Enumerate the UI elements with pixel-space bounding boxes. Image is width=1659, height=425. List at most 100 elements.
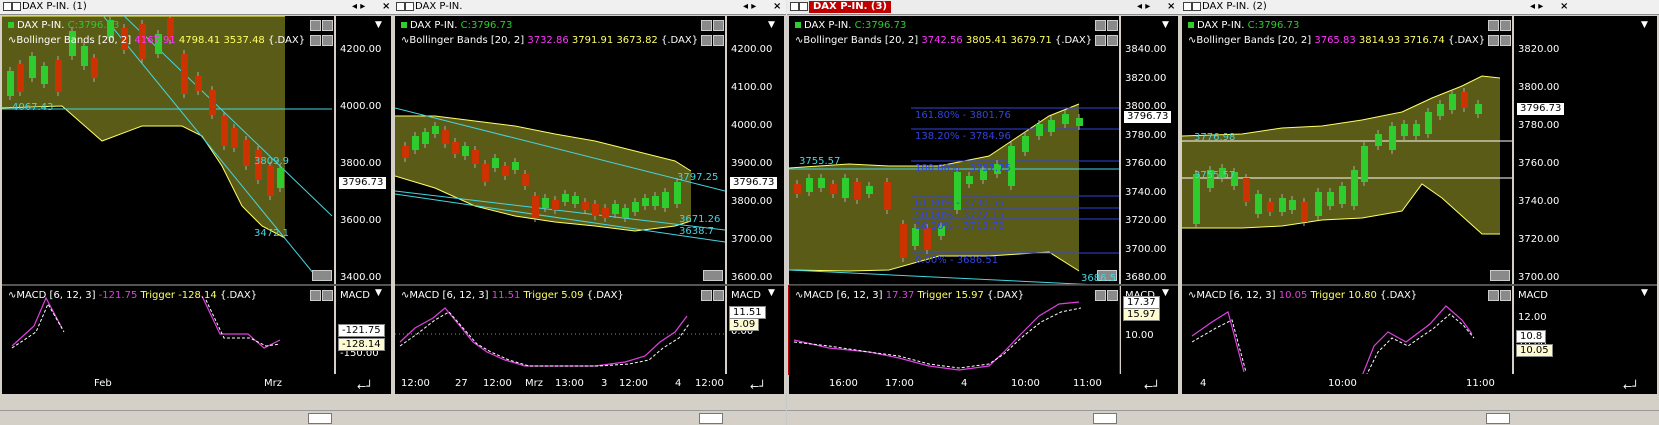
axis-dropdown-icon[interactable]: ▼ <box>1162 288 1169 298</box>
macd-header[interactable]: ∿MACD [6, 12, 3] -121.75 Trigger -128.14… <box>8 290 257 302</box>
axis-dropdown-icon[interactable]: ▼ <box>1162 20 1169 30</box>
window-titlebar[interactable]: DAX P-IN. (1) ◂ ▸ × <box>0 0 393 15</box>
scroll-end-icon[interactable]: ←┘ <box>357 380 383 393</box>
axis-dropdown-icon[interactable]: ▼ <box>768 20 775 30</box>
time-axis[interactable]: Feb Mrz ←┘ <box>2 374 391 394</box>
pane-close-button[interactable] <box>1107 20 1118 31</box>
pane-restore-button[interactable] <box>701 20 712 31</box>
macd-close-button[interactable] <box>322 290 333 301</box>
macd-settings-button[interactable] <box>1488 290 1499 301</box>
scroll-end-icon[interactable]: ←┘ <box>1623 380 1649 393</box>
window-titlebar[interactable]: DAX P-IN. ◂ ▸ × <box>393 0 786 15</box>
link-icon[interactable] <box>405 2 414 11</box>
scroll-end-icon[interactable]: ←┘ <box>1144 380 1170 393</box>
window-titlebar[interactable]: DAX P-IN. (3) ◂ ▸ × <box>787 0 1180 15</box>
macd-axis[interactable]: MACD▼▼12.0010.0010.810.05 <box>1514 20 1657 374</box>
link-icon[interactable] <box>1192 2 1201 11</box>
window-menu-icon[interactable] <box>396 2 405 11</box>
indicator-settings-button[interactable] <box>1488 35 1499 46</box>
price-chart-area[interactable]: DAX P-IN. C:3796.73 ∿Bollinger Bands [20,… <box>1 11 334 284</box>
chart-window-2[interactable]: DAX P-IN. ◂ ▸ × DAX P-IN. C:3796.73 ∿Bolling… <box>393 0 786 425</box>
macd-axis[interactable]: MACD▼▼10.0017.3715.97 <box>1121 20 1178 374</box>
price-axis[interactable]: 4200.00 4100.00 4000.00 3900.00 3800.00 3700.… <box>727 16 784 284</box>
macd-pane[interactable]: ∿MACD [6, 12, 3] 17.37 Trigger 15.97 {.D… <box>788 285 1120 375</box>
macd-settings-button[interactable] <box>1095 290 1106 301</box>
pane-restore-button[interactable] <box>1488 20 1499 31</box>
close-icon[interactable]: × <box>1167 0 1175 14</box>
macd-header[interactable]: ∿MACD [6, 12, 3] 17.37 Trigger 15.97 {.D… <box>795 290 1024 302</box>
axis-dropdown-icon[interactable]: ▼ <box>1641 288 1648 298</box>
candle <box>830 184 837 194</box>
indicator-close-button[interactable] <box>322 35 333 46</box>
macd-axis[interactable]: MACD ▼ ▼ -150.00 -121.75 -128.14 <box>336 20 391 374</box>
price-chart-area[interactable]: DAX P-IN. C:3796.73 ∿Bollinger Bands [20,… <box>394 16 726 284</box>
horizontal-scrollbar[interactable] <box>393 410 786 425</box>
price-chart-area[interactable]: DAX P-IN. C:3796.73 ∿Bollinger Bands [20,… <box>1181 16 1512 284</box>
close-icon[interactable]: × <box>382 0 390 14</box>
macd-close-button[interactable] <box>713 290 724 301</box>
pane-close-button[interactable] <box>713 20 724 31</box>
axis-dropdown-icon[interactable]: ▼ <box>768 288 775 298</box>
zoom-toggle-button[interactable] <box>312 270 332 281</box>
price-axis[interactable]: 4200.00 4000.00 3800.00 3600.00 3400.00 3796.… <box>336 16 391 284</box>
macd-pane[interactable]: ∿MACD [6, 12, 3] -121.75 Trigger -128.14… <box>2 286 334 374</box>
horizontal-scrollbar[interactable] <box>0 410 393 425</box>
link-icon[interactable] <box>12 2 21 11</box>
scrollbar-thumb[interactable] <box>699 413 723 424</box>
pane-close-button[interactable] <box>1500 20 1511 31</box>
macd-settings-button[interactable] <box>310 290 321 301</box>
macd-pane[interactable]: ∿MACD [6, 12, 3] 10.05 Trigger 10.80 {.D… <box>1182 286 1512 377</box>
indicator-settings-button[interactable] <box>701 35 712 46</box>
close-icon[interactable]: × <box>1560 0 1568 14</box>
axis-dropdown-icon[interactable]: ▼ <box>1641 20 1648 30</box>
macd-close-button[interactable] <box>1500 290 1511 301</box>
macd-axis[interactable]: MACD ▼ ▼ 0.00 11.51 5.09 <box>727 20 784 374</box>
axis-dropdown-icon[interactable]: ▼ <box>375 20 382 30</box>
indicator-settings-button[interactable] <box>1095 35 1106 46</box>
zoom-toggle-button[interactable] <box>1490 270 1510 281</box>
indicator-close-button[interactable] <box>1107 35 1118 46</box>
pane-restore-button[interactable] <box>1095 20 1106 31</box>
pane-restore-button[interactable] <box>310 20 321 31</box>
scrollbar-thumb[interactable] <box>308 413 332 424</box>
scroll-arrows-icon[interactable]: ◂ ▸ <box>743 0 756 14</box>
bollinger-header[interactable]: ∿Bollinger Bands [20, 2] 4167.91 4798.41… <box>8 35 305 47</box>
window-menu-icon[interactable] <box>3 2 12 11</box>
chart-window-4[interactable]: DAX P-IN. (2) ◂ ▸ × DAX P-IN. C:3796.73 ∿Bol… <box>1180 0 1659 425</box>
zoom-toggle-button[interactable] <box>703 270 723 281</box>
price-chart-area[interactable]: DAX P-IN. C:3796.73 ∿Bollinger Bands [20,… <box>788 16 1120 287</box>
indicator-close-button[interactable] <box>713 35 724 46</box>
time-axis[interactable]: 16:00 17:00 4 10:00 11:00 ←┘ <box>789 374 1178 394</box>
indicator-close-button[interactable] <box>1500 35 1511 46</box>
chart-window-1[interactable]: DAX P-IN. (1) ◂ ▸ × DAX P-IN. C:3796.73 ∿Bol… <box>0 0 393 425</box>
price-axis[interactable]: 3820.00 3800.00 3780.00 3760.00 3740.00 3720.… <box>1514 16 1657 284</box>
axis-dropdown-icon[interactable]: ▼ <box>375 288 382 298</box>
scroll-arrows-icon[interactable]: ◂ ▸ <box>352 0 365 14</box>
window-menu-icon[interactable] <box>1183 2 1192 11</box>
scroll-arrows-icon[interactable]: ◂ ▸ <box>1137 0 1150 14</box>
horizontal-scrollbar[interactable] <box>787 410 1180 425</box>
indicator-settings-button[interactable] <box>310 35 321 46</box>
bollinger-header[interactable]: ∿Bollinger Bands [20, 2] 3765.83 3814.93… <box>1188 35 1485 47</box>
scrollbar-thumb[interactable] <box>1093 413 1117 424</box>
price-axis[interactable]: 3840.00 3820.00 3800.00 3780.00 3760.00 3740.… <box>1121 16 1178 284</box>
close-icon[interactable]: × <box>773 0 781 14</box>
window-titlebar[interactable]: DAX P-IN. (2) ◂ ▸ × <box>1180 0 1659 15</box>
scrollbar-thumb[interactable] <box>1486 413 1510 424</box>
link-icon[interactable] <box>799 2 808 11</box>
chart-window-3[interactable]: DAX P-IN. (3) ◂ ▸ × DAX P-IN. C:3796.73 ∿Bol… <box>787 0 1180 425</box>
time-axis[interactable]: 4 10:00 11:00 ←┘ <box>1182 374 1657 394</box>
macd-header[interactable]: ∿MACD [6, 12, 3] 10.05 Trigger 10.80 {.D… <box>1188 290 1417 302</box>
macd-pane[interactable]: ∿MACD [6, 12, 3] 11.51 Trigger 5.09 {.DA… <box>395 286 725 374</box>
time-axis[interactable]: 12:00 27 12:00 Mrz 13:00 3 12:00 4 12:00 ←┘ <box>395 374 784 394</box>
bollinger-header[interactable]: ∿Bollinger Bands [20, 2] 3742.56 3805.41… <box>795 35 1092 47</box>
scroll-arrows-icon[interactable]: ◂ ▸ <box>1530 0 1543 14</box>
macd-header[interactable]: ∿MACD [6, 12, 3] 11.51 Trigger 5.09 {.DA… <box>401 290 624 302</box>
scroll-end-icon[interactable]: ←┘ <box>750 380 776 393</box>
macd-close-button[interactable] <box>1107 290 1118 301</box>
horizontal-scrollbar[interactable] <box>1180 410 1659 425</box>
window-menu-icon[interactable] <box>790 2 799 11</box>
bollinger-header[interactable]: ∿Bollinger Bands [20, 2] 3732.86 3791.91… <box>401 35 698 47</box>
pane-close-button[interactable] <box>322 20 333 31</box>
macd-settings-button[interactable] <box>701 290 712 301</box>
